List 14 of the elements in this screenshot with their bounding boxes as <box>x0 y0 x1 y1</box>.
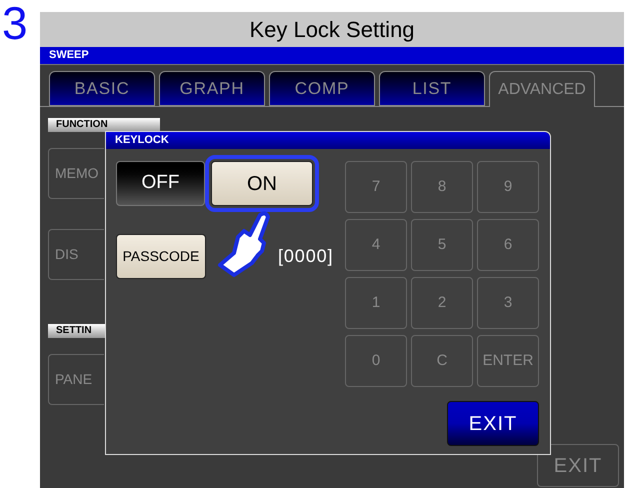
tab[interactable]: BASIC <box>49 71 155 106</box>
section-title: Key Lock Setting <box>40 12 624 47</box>
tab[interactable]: LIST <box>379 71 485 106</box>
tab[interactable]: ADVANCED <box>489 71 595 107</box>
exit-button[interactable]: EXIT <box>447 401 539 446</box>
section-label: FUNCTION <box>48 118 160 132</box>
screen-header: SWEEP <box>40 47 624 64</box>
step-number: 3 <box>1 0 29 46</box>
tab[interactable]: GRAPH <box>159 71 265 106</box>
dialog-title: KEYLOCK <box>106 132 550 149</box>
passcode-button[interactable]: PASSCODE <box>116 234 206 279</box>
toggle-button[interactable]: OFF <box>116 161 205 206</box>
passcode-value: [0000] <box>278 245 334 268</box>
tab[interactable]: COMP <box>269 71 375 106</box>
